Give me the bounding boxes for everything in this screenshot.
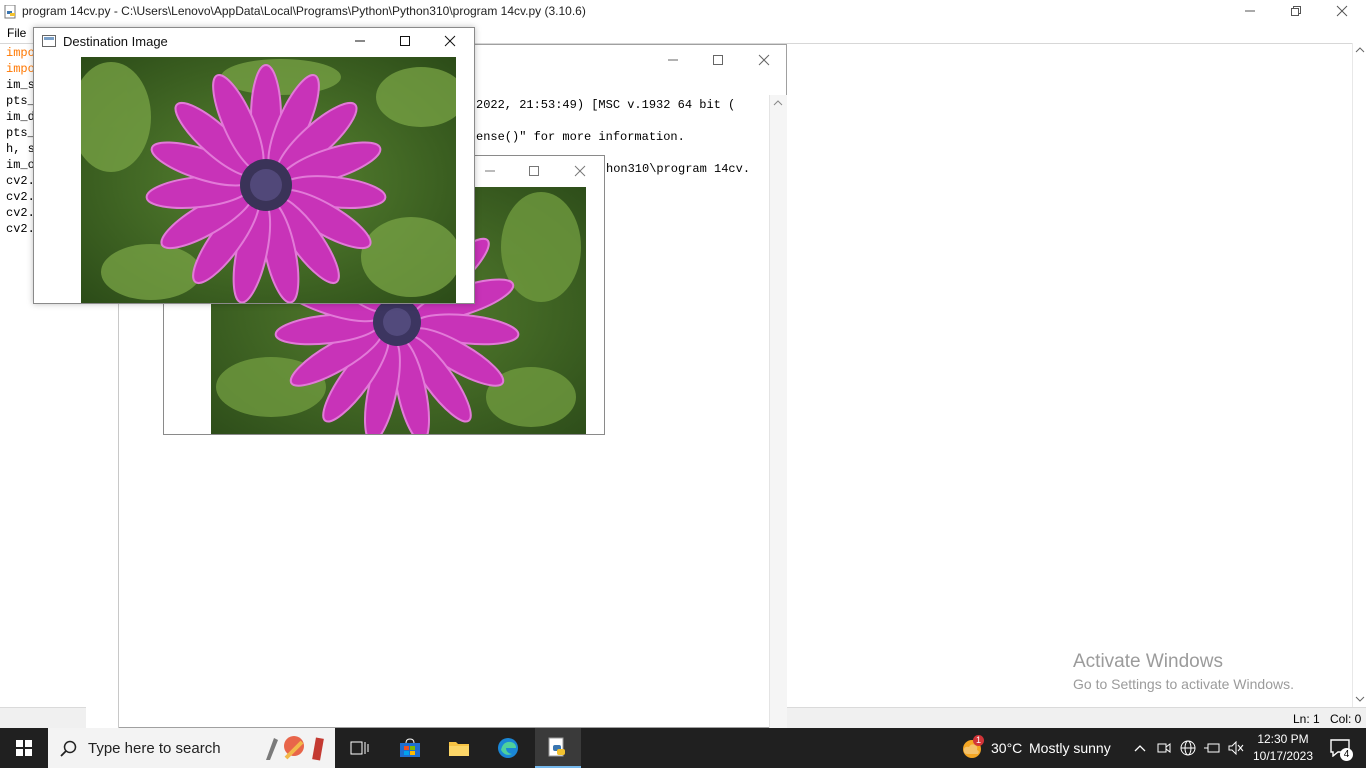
search-icon — [60, 740, 77, 757]
clock-date: 10/17/2023 — [1252, 749, 1314, 763]
activation-watermark-title: Activate Windows — [1073, 651, 1223, 672]
search-placeholder: Type here to search — [88, 740, 221, 757]
code-line: cv2. — [6, 206, 35, 220]
close-icon — [758, 54, 770, 66]
destination-window-title: Destination Image — [63, 34, 168, 49]
code-line: im_d — [6, 110, 35, 124]
file-explorer-icon — [449, 742, 469, 756]
source-close-button[interactable] — [562, 160, 598, 182]
weather-temperature: 30°C — [991, 740, 1023, 756]
code-line: im_s — [6, 78, 35, 92]
maximize-icon — [529, 166, 539, 176]
scroll-up-icon[interactable] — [773, 99, 783, 107]
minimize-icon — [485, 170, 495, 172]
start-button[interactable] — [0, 728, 48, 768]
tray-network-button[interactable] — [1178, 728, 1198, 768]
status-line: Ln: 1 — [1293, 712, 1320, 726]
camera-icon — [1157, 743, 1171, 753]
shell-close-button[interactable] — [745, 49, 783, 71]
shell-vertical-scrollbar[interactable] — [769, 95, 787, 728]
python-idle-icon — [548, 737, 565, 757]
notification-count-badge: 4 — [1340, 748, 1353, 761]
weather-condition: Mostly sunny — [1029, 740, 1111, 756]
maximize-icon — [713, 55, 723, 65]
code-line: pts_ — [6, 126, 35, 140]
chevron-up-icon — [1134, 745, 1146, 752]
power-plug-icon — [1204, 743, 1220, 753]
volume-muted-icon — [1228, 741, 1244, 755]
taskbar-python-idle-button[interactable] — [535, 728, 581, 768]
taskbar-store-button[interactable] — [388, 728, 432, 768]
shell-minimize-button[interactable] — [654, 49, 692, 71]
tray-overflow-button[interactable] — [1130, 728, 1150, 768]
python-file-icon — [4, 5, 18, 19]
shell-output-line: 2022, 21:53:49) [MSC v.1932 64 bit ( — [476, 98, 736, 112]
code-line: cv2. — [6, 174, 35, 188]
globe-network-icon — [1180, 740, 1196, 756]
search-highlight-icon — [266, 736, 324, 761]
code-line: impo — [6, 46, 35, 60]
code-line: impo — [6, 62, 35, 76]
destination-maximize-button[interactable] — [385, 30, 425, 52]
taskbar-search-box[interactable]: Type here to search — [48, 728, 335, 768]
minimize-icon — [355, 40, 365, 42]
edge-browser-icon — [498, 738, 518, 758]
maximize-icon — [400, 36, 410, 46]
shell-maximize-button[interactable] — [699, 49, 737, 71]
window-app-icon — [42, 35, 56, 47]
minimize-icon — [1245, 10, 1255, 12]
editor-minimize-button[interactable] — [1227, 0, 1273, 22]
tray-meet-now-button[interactable] — [1154, 728, 1174, 768]
clock-time: 12:30 PM — [1257, 732, 1309, 746]
editor-restore-button[interactable] — [1273, 0, 1319, 22]
code-line: cv2. — [6, 222, 35, 236]
taskbar-edge-button[interactable] — [486, 728, 530, 768]
minimize-icon — [668, 59, 678, 61]
editor-vertical-scrollbar[interactable] — [1352, 43, 1366, 707]
windows-logo-icon — [16, 740, 32, 756]
shell-output-line: hon310\program 14cv. — [606, 162, 751, 176]
destination-minimize-button[interactable] — [340, 30, 380, 52]
source-maximize-button[interactable] — [516, 160, 552, 182]
activation-watermark-subtitle: Go to Settings to activate Windows. — [1073, 676, 1294, 692]
code-line: im_o — [6, 158, 35, 172]
weather-widget[interactable]: 1 30°C Mostly sunny — [956, 728, 1118, 768]
task-view-button[interactable] — [338, 728, 382, 768]
editor-window-title: program 14cv.py - C:\Users\Lenovo\AppDat… — [22, 4, 586, 18]
status-col: Col: 0 — [1330, 712, 1362, 726]
close-icon — [1336, 5, 1348, 17]
task-view-icon — [350, 741, 369, 755]
close-icon — [444, 35, 456, 47]
taskbar-explorer-button[interactable] — [437, 728, 481, 768]
tray-volume-button[interactable] — [1226, 728, 1246, 768]
code-line: pts_ — [6, 94, 35, 108]
weather-alert-badge: 1 — [973, 735, 984, 746]
destination-close-button[interactable] — [430, 30, 470, 52]
restore-icon — [1291, 6, 1301, 16]
source-minimize-button[interactable] — [472, 160, 508, 182]
action-center-button[interactable]: 4 — [1320, 728, 1360, 768]
destination-flower-image — [81, 57, 456, 303]
tray-battery-button[interactable] — [1202, 728, 1222, 768]
taskbar-clock[interactable]: 12:30 PM 10/17/2023 — [1250, 728, 1316, 768]
microsoft-store-icon — [400, 738, 420, 757]
menu-file[interactable]: File — [7, 26, 26, 40]
scroll-up-icon[interactable] — [1355, 46, 1365, 54]
code-line: cv2. — [6, 190, 35, 204]
scroll-down-icon[interactable] — [1355, 695, 1365, 703]
editor-close-button[interactable] — [1319, 0, 1365, 22]
shell-output-line: ense()" for more information. — [476, 130, 685, 144]
code-line: h, s — [6, 142, 35, 156]
close-icon — [574, 165, 586, 177]
